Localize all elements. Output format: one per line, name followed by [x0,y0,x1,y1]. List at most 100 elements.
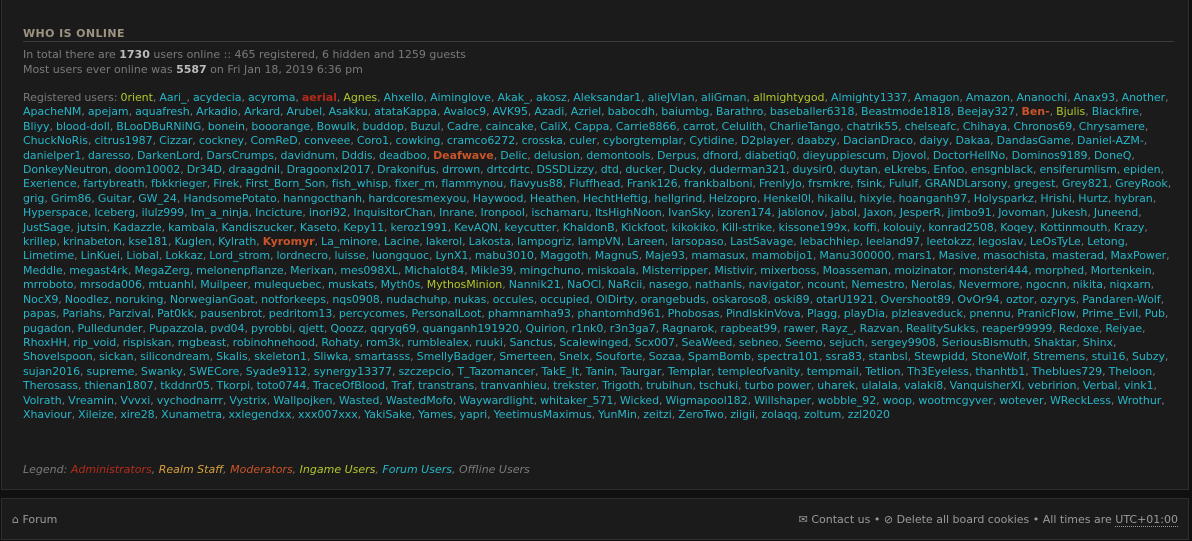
user-link[interactable]: Bjulis [1056,105,1085,118]
user-link[interactable]: Holysparkz [974,192,1034,205]
user-link[interactable]: nukas [454,293,486,306]
user-link[interactable]: diabetiq0 [745,149,796,162]
user-link[interactable]: masterad [1052,249,1104,262]
user-link[interactable]: zeitzi [643,408,672,421]
user-link[interactable]: Ironpool [481,206,525,219]
user-link[interactable]: mamobijo1 [752,249,813,262]
user-link[interactable]: Deafwave [433,149,494,162]
user-link[interactable]: noruking [115,293,163,306]
user-link[interactable]: ziigii [730,408,755,421]
user-link[interactable]: Therosass [23,379,78,392]
user-link[interactable]: keroz1991 [391,221,448,234]
user-link[interactable]: megast4rk [69,264,128,277]
user-link[interactable]: valaki8 [904,379,943,392]
user-link[interactable]: Fluffhead [569,177,620,190]
user-link[interactable]: phamnamha93 [488,307,571,320]
user-link[interactable]: Drakonifus [377,163,436,176]
user-link[interactable]: SeaWeed [681,336,732,349]
user-link[interactable]: fixer_m [395,177,435,190]
legend-item[interactable]: Ingame Users [300,463,376,476]
user-link[interactable]: Coro1 [357,134,389,147]
user-link[interactable]: tkddnr05 [160,379,210,392]
user-link[interactable]: Sozaa [649,350,682,363]
user-link[interactable]: mtuanhl [148,278,193,291]
user-link[interactable]: Jaxon [864,206,894,219]
user-link[interactable]: Guitar [98,192,132,205]
user-link[interactable]: RhoxHH [23,336,67,349]
user-link[interactable]: Nerolas [911,278,952,291]
user-link[interactable]: sickan [99,350,133,363]
user-link[interactable]: davidnum [281,149,336,162]
user-link[interactable]: MaxPower [1110,249,1166,262]
user-link[interactable]: GW_24 [138,192,177,205]
user-link[interactable]: Kepy11 [343,221,384,234]
user-link[interactable]: epiden [1123,163,1160,176]
user-link[interactable]: Misterripper [642,264,708,277]
user-link[interactable]: Quirion [526,322,566,335]
user-link[interactable]: Meddle [23,264,63,277]
user-link[interactable]: luongquoc [372,249,429,262]
user-link[interactable]: leetokzz [926,235,971,248]
user-link[interactable]: uharek [817,379,855,392]
user-link[interactable]: duysir0 [793,163,833,176]
user-link[interactable]: spectra101 [757,350,819,363]
user-link[interactable]: keycutter [505,221,557,234]
user-link[interactable]: Amazon [966,91,1010,104]
user-link[interactable]: szczepcio [398,365,451,378]
user-link[interactable]: Grim86 [51,192,92,205]
user-link[interactable]: HechtHeftig [583,192,648,205]
user-link[interactable]: Haywood [473,192,524,205]
user-link[interactable]: Bowulk [317,120,356,133]
user-link[interactable]: Xunametra [161,408,222,421]
user-link[interactable]: DoneQ [1094,149,1131,162]
user-link[interactable]: ischamaru [531,206,588,219]
user-link[interactable]: Cadre [447,120,479,133]
user-link[interactable]: papas [23,307,56,320]
user-link[interactable]: MagnuS [595,249,639,262]
user-link[interactable]: rom3k [366,336,401,349]
user-link[interactable]: hoanganh97 [899,192,968,205]
user-link[interactable]: krillep [23,235,57,248]
user-link[interactable]: r3n3ga7 [610,322,656,335]
user-link[interactable]: Henkel0l [763,192,811,205]
user-link[interactable]: Taurgar [621,365,662,378]
user-link[interactable]: Dominos9189 [1012,149,1088,162]
user-link[interactable]: HandsomePotato [183,192,276,205]
user-link[interactable]: Anax93 [1074,91,1116,104]
user-link[interactable]: PindlskinVova [726,307,801,320]
user-link[interactable]: demontools [586,149,650,162]
user-link[interactable]: hixyle [860,192,893,205]
user-link[interactable]: otarU1921 [816,293,874,306]
user-link[interactable]: Hyperspace [23,206,88,219]
user-link[interactable]: DarkenLord [137,149,200,162]
user-link[interactable]: Nemestro [851,278,904,291]
user-link[interactable]: WReckLess [1050,394,1111,407]
user-link[interactable]: Tanin [586,365,614,378]
user-link[interactable]: mrsoda006 [80,278,142,291]
user-link[interactable]: thanhtb1 [975,365,1025,378]
user-link[interactable]: 0rient [121,91,153,104]
user-link[interactable]: babocdh [608,105,655,118]
user-link[interactable]: masochista [983,249,1045,262]
user-link[interactable]: ComReD [250,134,297,147]
user-link[interactable]: trekster [553,379,596,392]
user-link[interactable]: AVK95 [493,105,528,118]
user-link[interactable]: cyborgtemplar [603,134,683,147]
user-link[interactable]: citrus1987 [94,134,152,147]
user-link[interactable]: Razvan [860,322,900,335]
user-link[interactable]: nikita [1073,278,1103,291]
user-link[interactable]: Kandiszucker [221,221,293,234]
user-link[interactable]: Firek [213,177,239,190]
user-link[interactable]: Dragoonxl2017 [287,163,371,176]
user-link[interactable]: Cytidine [689,134,734,147]
user-link[interactable]: Pariahs [62,307,102,320]
user-link[interactable]: sejuch [829,336,864,349]
user-link[interactable]: mixerboss [760,264,816,277]
user-link[interactable]: mes098XL [340,264,398,277]
user-link[interactable]: Smerteen [499,350,552,363]
user-link[interactable]: ZeroTwo [678,408,724,421]
user-link[interactable]: leeland97 [866,235,920,248]
user-link[interactable]: CharlieTango [770,120,841,133]
user-link[interactable]: monsteri444 [959,264,1028,277]
user-link[interactable]: jimbo91 [948,206,992,219]
